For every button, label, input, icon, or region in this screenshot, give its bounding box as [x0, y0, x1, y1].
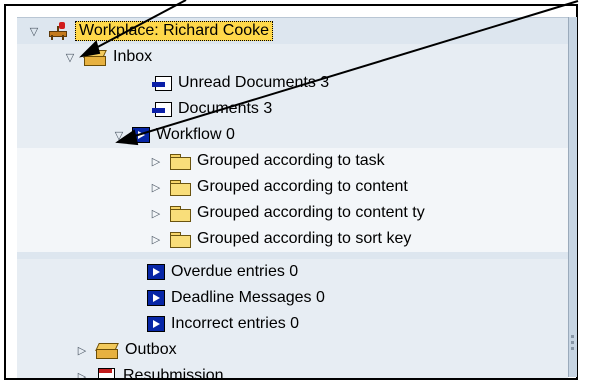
- workflow-label: Workflow 0: [156, 126, 235, 143]
- collapse-toggle-icon[interactable]: ▽: [63, 51, 77, 64]
- tree-node-group-sort-key[interactable]: ▷ Grouped according to sort key: [17, 226, 568, 252]
- workflow-icon: [147, 316, 165, 332]
- tree-node-resubmission[interactable]: ▷ Resubmission: [17, 363, 568, 378]
- workplace-label[interactable]: Workplace: Richard Cooke: [75, 21, 274, 41]
- outbox-box-icon: [95, 341, 119, 359]
- tree-node-group-content[interactable]: ▷ Grouped according to content: [17, 174, 568, 200]
- inbox-box-icon: [83, 48, 107, 66]
- tree-node-workflow[interactable]: ▽ Workflow 0: [17, 122, 568, 148]
- unread-documents-label: Unread Documents 3: [178, 74, 330, 91]
- collapse-toggle-icon[interactable]: ▽: [112, 129, 126, 142]
- folder-icon: [169, 205, 191, 222]
- collapse-toggle-icon[interactable]: ▽: [27, 25, 41, 38]
- group-content-label: Grouped according to content: [197, 178, 408, 195]
- workplace-tree: ▽ Workplace: Richard Cooke ▽ Inbox Unrea…: [17, 17, 568, 378]
- tree-node-group-task[interactable]: ▷ Grouped according to task: [17, 148, 568, 174]
- tree-node-documents[interactable]: Documents 3: [17, 96, 568, 122]
- tree-node-incorrect[interactable]: Incorrect entries 0: [17, 311, 568, 337]
- tree-node-workplace[interactable]: ▽ Workplace: Richard Cooke: [17, 18, 568, 44]
- group-task-label: Grouped according to task: [197, 152, 385, 169]
- tree-node-unread-documents[interactable]: Unread Documents 3: [17, 70, 568, 96]
- group-sort-key-label: Grouped according to sort key: [197, 230, 412, 247]
- document-icon: [152, 75, 172, 91]
- documents-label: Documents 3: [178, 100, 273, 117]
- workplace-desk-icon: [47, 21, 69, 41]
- resubmission-icon: [95, 367, 117, 378]
- tree-node-inbox[interactable]: ▽ Inbox: [17, 44, 568, 70]
- tree-node-deadline[interactable]: Deadline Messages 0: [17, 285, 568, 311]
- document-icon: [152, 101, 172, 117]
- tree-node-outbox[interactable]: ▷ Outbox: [17, 337, 568, 363]
- incorrect-label: Incorrect entries 0: [171, 315, 300, 332]
- overdue-label: Overdue entries 0: [171, 263, 299, 280]
- expand-toggle-icon[interactable]: ▷: [149, 155, 163, 168]
- outbox-label: Outbox: [125, 341, 177, 358]
- inbox-label: Inbox: [113, 48, 153, 65]
- expand-toggle-icon[interactable]: ▷: [149, 181, 163, 194]
- resubmission-label: Resubmission: [123, 367, 224, 378]
- deadline-label: Deadline Messages 0: [171, 289, 325, 306]
- expand-toggle-icon[interactable]: ▷: [149, 233, 163, 246]
- folder-icon: [169, 231, 191, 248]
- tree-node-overdue[interactable]: Overdue entries 0: [17, 259, 568, 285]
- pane-splitter[interactable]: [568, 17, 577, 377]
- workflow-icon: [132, 127, 150, 143]
- workflow-icon: [147, 264, 165, 280]
- expand-toggle-icon[interactable]: ▷: [75, 370, 89, 379]
- expand-toggle-icon[interactable]: ▷: [149, 207, 163, 220]
- tree-node-group-content-type[interactable]: ▷ Grouped according to content ty: [17, 200, 568, 226]
- workflow-icon: [147, 290, 165, 306]
- folder-icon: [169, 179, 191, 196]
- group-content-type-label: Grouped according to content ty: [197, 204, 425, 221]
- folder-icon: [169, 153, 191, 170]
- expand-toggle-icon[interactable]: ▷: [75, 344, 89, 357]
